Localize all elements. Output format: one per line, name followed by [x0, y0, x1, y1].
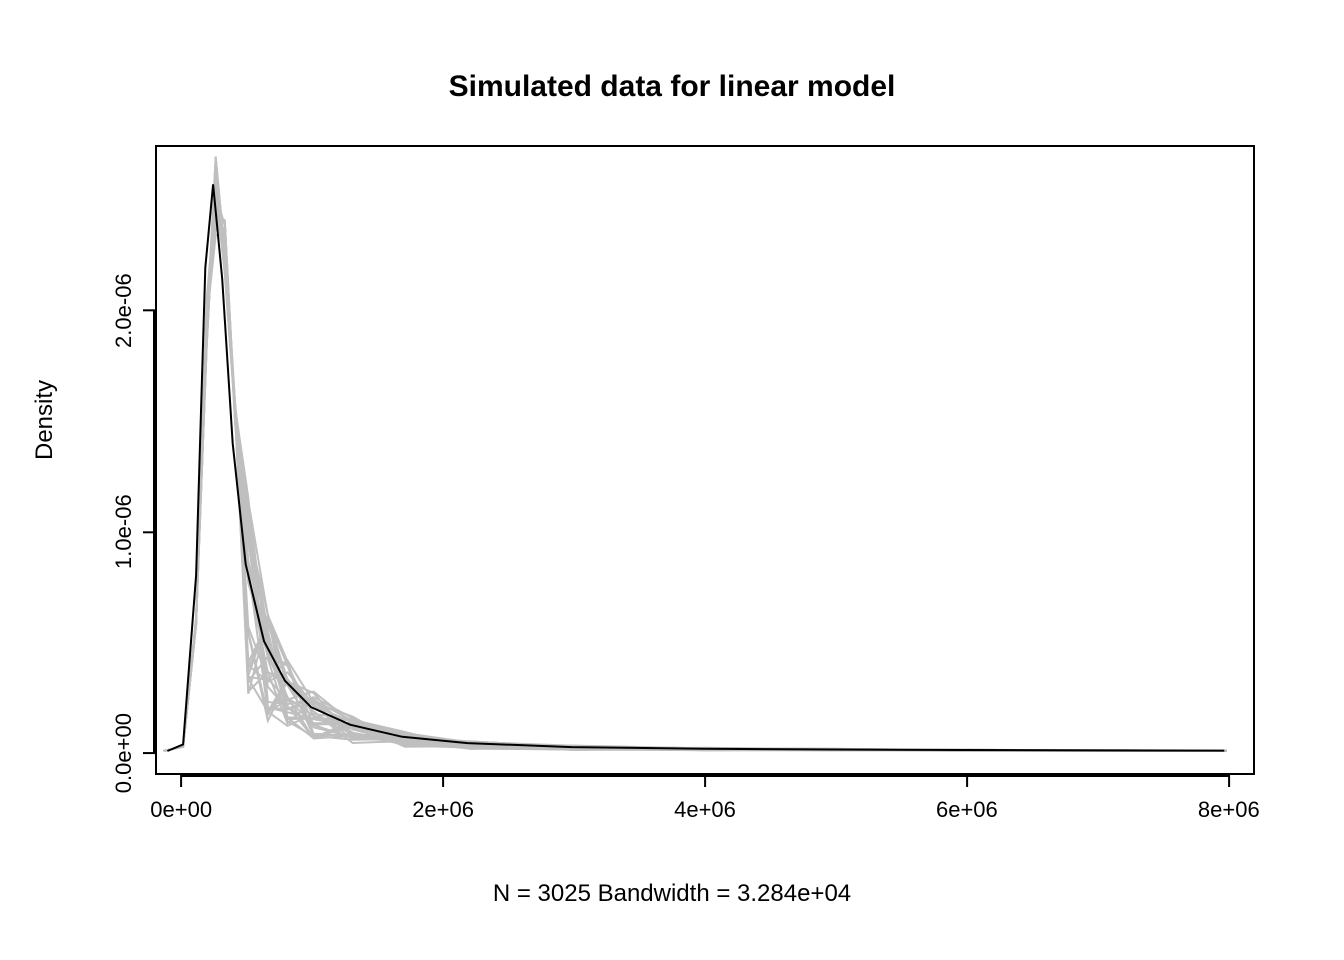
simulated-density-curve	[164, 157, 1227, 751]
simulated-density-curve	[164, 226, 1227, 751]
simulated-density-curve	[164, 222, 1227, 751]
simulated-density-curve	[164, 197, 1227, 751]
simulated-density-curve	[164, 185, 1227, 751]
simulated-density-curve	[164, 191, 1227, 751]
x-tick-label: 6e+06	[936, 797, 998, 823]
simulated-density-curve	[164, 172, 1227, 751]
x-tick: 8e+06	[1198, 775, 1260, 823]
y-tick-label: 0.0e+00	[111, 713, 137, 793]
x-tick: 6e+06	[936, 775, 998, 823]
y-tick-label: 1.0e-06	[111, 495, 137, 570]
x-tick: 4e+06	[674, 775, 736, 823]
x-tick: 2e+06	[412, 775, 474, 823]
simulated-density-curve	[164, 157, 1227, 752]
y-axis-label: Density	[30, 0, 60, 840]
density-curves	[157, 147, 1253, 773]
y-tick: 2.0e-06	[75, 273, 155, 348]
simulated-density-curve	[164, 178, 1227, 751]
chart-title: Simulated data for linear model	[0, 70, 1344, 104]
simulated-density-curve	[164, 206, 1227, 751]
y-tick-label: 2.0e-06	[111, 273, 137, 348]
y-axis-ticks: 0.0e+001.0e-062.0e-06	[75, 145, 155, 775]
simulated-density-curve	[164, 196, 1227, 751]
x-tick-label: 8e+06	[1198, 797, 1260, 823]
simulated-density-curve	[164, 176, 1227, 751]
plot-area	[155, 145, 1255, 775]
simulated-density-curve	[164, 220, 1227, 751]
simulated-density-curve	[164, 194, 1227, 751]
x-axis-ticks: 0e+002e+064e+066e+068e+06	[155, 775, 1255, 835]
simulated-density-curve	[164, 214, 1227, 751]
chart-container: Simulated data for linear model Density …	[0, 0, 1344, 960]
simulated-density-curve	[164, 214, 1227, 752]
x-tick-label: 4e+06	[674, 797, 736, 823]
simulated-density-curve	[164, 160, 1227, 751]
simulated-density-curve	[164, 179, 1227, 752]
simulated-density-curve	[164, 163, 1227, 751]
simulated-density-curve	[164, 217, 1227, 751]
simulated-density-curve	[164, 182, 1227, 751]
chart-subtitle: N = 3025 Bandwidth = 3.284e+04	[0, 880, 1344, 908]
y-tick: 0.0e+00	[75, 713, 155, 793]
x-tick-label: 2e+06	[412, 797, 474, 823]
simulated-density-curve	[164, 203, 1227, 751]
simulated-density-curve	[164, 226, 1227, 751]
observed-density-curve	[167, 184, 1224, 751]
simulated-density-curve	[164, 178, 1227, 751]
simulated-density-curve	[164, 211, 1227, 751]
simulated-density-curve	[164, 178, 1227, 751]
simulated-density-curve	[164, 219, 1227, 751]
x-tick-label: 0e+00	[150, 797, 212, 823]
simulated-density-curve	[164, 234, 1227, 751]
x-tick: 0e+00	[150, 775, 212, 823]
simulated-density-curve	[164, 164, 1227, 751]
y-tick: 1.0e-06	[75, 495, 155, 570]
simulated-density-curve	[164, 214, 1227, 751]
